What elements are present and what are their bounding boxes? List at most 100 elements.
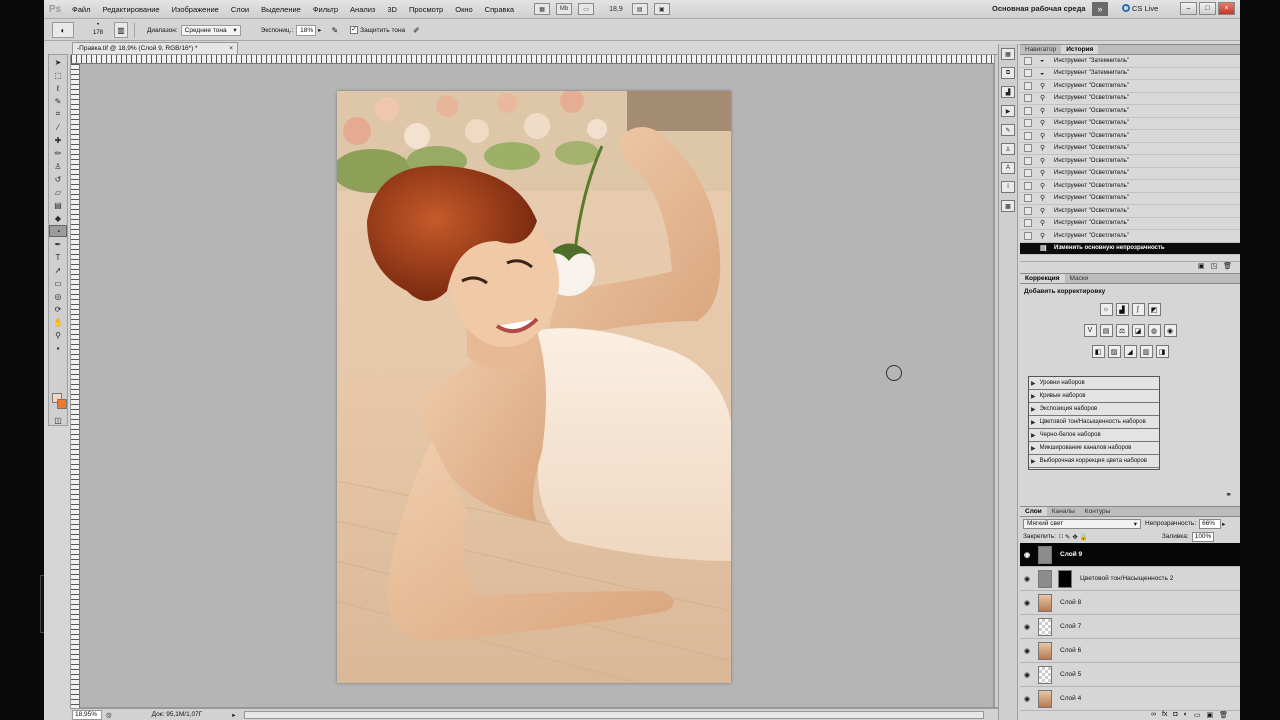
layer-thumbnail[interactable] — [1038, 593, 1052, 612]
history-brush-source-checkbox[interactable] — [1024, 56, 1032, 65]
screen-mode-icon[interactable]: ▣ — [653, 3, 670, 15]
menu-file[interactable]: Файл — [66, 5, 96, 14]
history-item[interactable]: ⚲ Инструмент "Осветлитель" — [1020, 218, 1240, 230]
maximize-icon[interactable]: □ — [1199, 2, 1216, 15]
zoom-tool-icon[interactable]: ⚲ — [49, 329, 67, 341]
menu-3d[interactable]: 3D — [381, 5, 403, 14]
brush-panel-icon[interactable]: ✎ — [1001, 124, 1015, 136]
history-brush-source-checkbox[interactable] — [1024, 94, 1032, 103]
history-item[interactable]: ⚲ Инструмент "Осветлитель" — [1020, 105, 1240, 118]
move-tool-icon[interactable]: ➤ — [49, 56, 67, 68]
eye-icon[interactable]: ◉ — [1020, 671, 1034, 679]
pen-tool-icon[interactable]: ✒ — [49, 238, 67, 250]
history-brush-source-checkbox[interactable] — [1024, 169, 1032, 178]
bridge-icon[interactable]: ▦ — [534, 3, 551, 15]
new-layer-icon[interactable]: ▣ — [1206, 711, 1213, 720]
preset-hue-saturation[interactable]: ▶ Цветовой тон/Насыщенность наборов — [1029, 416, 1159, 429]
gradient-tool-icon[interactable]: ▤ — [49, 199, 67, 211]
exposure-icon[interactable]: ◩ — [1147, 303, 1161, 316]
invert-icon[interactable]: ◧ — [1091, 345, 1105, 358]
history-item[interactable]: ⚲ Инструмент "Осветлитель" — [1020, 80, 1240, 93]
layer-thumbnail[interactable] — [1038, 665, 1052, 684]
protect-tones-checkbox[interactable]: ✓ — [350, 26, 359, 34]
document-tab[interactable]: -Правка.tif @ 18,9% (Слой 9, RGB/16*) * … — [72, 42, 238, 54]
tab-adjustments[interactable]: Коррекция — [1020, 274, 1065, 283]
history-brush-source-checkbox[interactable] — [1024, 69, 1032, 78]
exposure-input[interactable]: 18% — [296, 24, 317, 36]
menu-select[interactable]: Выделение — [255, 5, 307, 14]
eyedropper-tool-icon[interactable]: ⁄ — [49, 121, 67, 133]
photo-filter-icon[interactable]: ◍ — [1147, 324, 1161, 337]
eye-icon[interactable]: ◉ — [1020, 575, 1034, 583]
history-item[interactable]: ⚲ Инструмент "Осветлитель" — [1020, 168, 1240, 180]
history-brush-source-checkbox[interactable] — [1024, 194, 1032, 203]
history-item[interactable]: ◒ Инструмент "Затемнитель" — [1020, 68, 1240, 80]
history-brush-tool-icon[interactable]: ↺ — [49, 173, 67, 185]
zoom-level[interactable]: 18,9 — [609, 6, 623, 13]
hue-saturation-adjustment-thumbnail[interactable] — [1038, 569, 1052, 588]
quick-mask-icon[interactable]: ◫ — [49, 414, 67, 426]
menu-filter[interactable]: Фильтр — [307, 5, 344, 14]
menu-view[interactable]: Просмотр — [403, 5, 449, 14]
layer-thumbnail[interactable] — [1038, 641, 1052, 660]
tab-history[interactable]: История — [1061, 45, 1099, 54]
vertical-ruler[interactable] — [71, 64, 80, 709]
history-brush-source-checkbox[interactable] — [1024, 156, 1032, 165]
path-select-tool-icon[interactable]: ➚ — [49, 264, 67, 276]
dodge-tool-preset-icon[interactable]: ◐ — [52, 22, 74, 38]
history-item[interactable]: ◒ Инструмент "Затемнитель" — [1020, 55, 1240, 68]
minimize-icon[interactable]: – — [1180, 2, 1197, 15]
lock-position-icon[interactable]: ✥ — [1072, 533, 1077, 541]
shape-tool-icon[interactable]: ▭ — [49, 277, 67, 289]
delete-layer-icon[interactable]: 🗑 — [1219, 711, 1228, 720]
posterize-icon[interactable]: ▨ — [1107, 345, 1121, 358]
layer-row[interactable]: ◉ Слой 9 — [1020, 543, 1240, 567]
status-icon[interactable]: ◎ — [106, 711, 112, 719]
default-colors-icon[interactable]: ▪ — [49, 342, 67, 354]
link-layers-icon[interactable]: ∞ — [1151, 711, 1156, 720]
history-item[interactable]: ⚲ Инструмент "Осветлитель" — [1020, 118, 1240, 130]
brush-preset-picker[interactable]: • 178 — [86, 21, 110, 39]
lock-all-icon[interactable]: 🔒 — [1080, 533, 1088, 541]
background-color-swatch[interactable] — [57, 399, 67, 409]
menu-edit[interactable]: Редактирование — [96, 5, 165, 14]
quick-select-tool-icon[interactable]: ✎ — [49, 95, 67, 107]
document-horizontal-scrollbar[interactable] — [243, 710, 984, 719]
layer-thumbnail[interactable] — [1038, 545, 1052, 564]
preset-exposure[interactable]: ▶ Экспозиция наборов — [1029, 403, 1159, 416]
tab-navigator[interactable]: Навигатор — [1020, 45, 1061, 54]
airbrush-icon[interactable]: ✎ — [331, 26, 338, 35]
layer-row[interactable]: ◉ Слой 6 — [1020, 639, 1240, 663]
layer-row[interactable]: ◉ Слой 8 — [1020, 591, 1240, 615]
fill-input[interactable]: 100% — [1191, 531, 1214, 542]
channel-mixer-icon[interactable]: ◉ — [1163, 324, 1177, 337]
history-item[interactable]: ⚲ Инструмент "Осветлитель" — [1020, 93, 1240, 105]
eye-icon[interactable]: ◉ — [1020, 551, 1034, 559]
arrange-icon[interactable]: ▤ — [631, 3, 648, 15]
crop-tool-icon[interactable]: ⌗ — [49, 108, 67, 120]
new-document-from-state-icon[interactable]: ▣ — [1198, 262, 1205, 271]
dodge-tool-icon[interactable]: ◔ — [49, 225, 67, 237]
layer-thumbnail[interactable] — [1038, 617, 1052, 636]
gradient-map-icon[interactable]: ▥ — [1139, 345, 1153, 358]
blur-tool-icon[interactable]: ◆ — [49, 212, 67, 224]
tab-close-icon[interactable]: × — [229, 45, 233, 52]
new-snapshot-icon[interactable]: ◳ — [1210, 262, 1217, 271]
menu-analysis[interactable]: Анализ — [344, 5, 381, 14]
history-brush-source-checkbox[interactable] — [1024, 219, 1032, 228]
eye-icon[interactable]: ◉ — [1020, 599, 1034, 607]
history-item[interactable]: ⚲ Инструмент "Осветлитель" — [1020, 230, 1240, 243]
preset-black-white[interactable]: ▶ Черно-белое наборов — [1029, 429, 1159, 442]
actions-panel-icon[interactable]: ▶ — [1001, 105, 1015, 117]
layer-row[interactable]: ◉ Слой 5 — [1020, 663, 1240, 687]
history-brush-source-checkbox[interactable] — [1024, 206, 1032, 215]
clip-to-layer-icon[interactable]: ⚭ — [1225, 490, 1232, 500]
curves-icon[interactable]: ∫ — [1131, 303, 1145, 316]
history-item[interactable]: ⚲ Инструмент "Осветлитель" — [1020, 155, 1240, 168]
tablet-pressure-icon[interactable]: ✐ — [413, 26, 420, 35]
history-item[interactable]: ⚲ Инструмент "Осветлитель" — [1020, 130, 1240, 143]
clone-stamp-tool-icon[interactable]: ♙ — [49, 160, 67, 172]
preset-levels[interactable]: ▶ Уровни наборов — [1029, 377, 1159, 390]
clone-source-panel-icon[interactable]: ♙ — [1001, 143, 1015, 155]
tab-masks[interactable]: Маски — [1065, 274, 1094, 283]
